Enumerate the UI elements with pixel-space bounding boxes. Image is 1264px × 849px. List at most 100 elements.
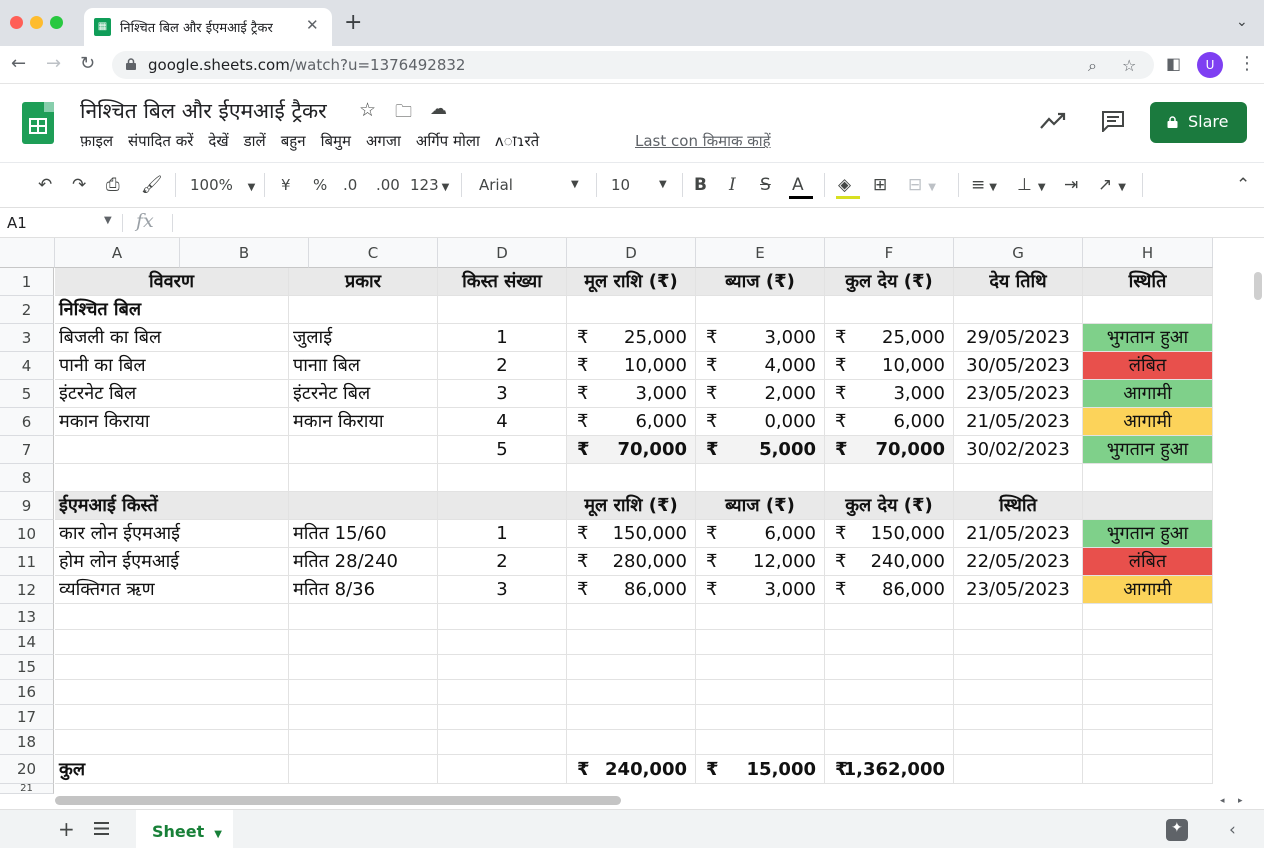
empty-cell[interactable] bbox=[1083, 464, 1213, 492]
vertical-scrollbar[interactable] bbox=[1254, 272, 1262, 300]
empty-cell[interactable] bbox=[438, 604, 567, 630]
bills-total-due-cell[interactable]: ₹70,000 bbox=[825, 436, 954, 464]
row-header[interactable]: 4 bbox=[0, 352, 54, 380]
due-date-cell[interactable]: 30/05/2023 bbox=[954, 352, 1083, 380]
borders-icon[interactable]: ⊞ bbox=[873, 174, 887, 196]
address-bar[interactable]: google.sheets.com/watch?u=1376492832 ⌕ ☆ bbox=[112, 51, 1154, 79]
interest-cell[interactable]: ₹4,000 bbox=[696, 352, 825, 380]
emi-description-cell[interactable]: व्यक्तिगत ऋण bbox=[55, 576, 289, 604]
horizontal-scrollbar[interactable] bbox=[55, 796, 1215, 805]
horizontal-align-icon[interactable]: ≡ ▼ bbox=[971, 174, 997, 199]
total-due-cell[interactable]: ₹25,000 bbox=[825, 324, 954, 352]
browser-tab[interactable]: ▦ निश्चित बिल और ईएमआई ट्रैकर ✕ bbox=[84, 8, 332, 46]
currency-format-button[interactable]: ¥ bbox=[281, 174, 291, 196]
font-size-select[interactable]: 10 ▼ bbox=[611, 174, 671, 196]
row-header[interactable]: 3 bbox=[0, 324, 54, 352]
row-header[interactable]: 10 bbox=[0, 520, 54, 548]
installment-no-cell[interactable]: 1 bbox=[438, 324, 567, 352]
total-due-cell[interactable]: ₹240,000 bbox=[825, 548, 954, 576]
menu-help[interactable]: ʌाɿरते bbox=[495, 132, 539, 150]
more-formats-button[interactable]: 123 ▼ bbox=[410, 174, 449, 199]
empty-cell[interactable] bbox=[567, 655, 696, 680]
empty-cell[interactable] bbox=[696, 705, 825, 730]
close-window-button[interactable] bbox=[10, 16, 23, 29]
select-all-corner[interactable] bbox=[0, 238, 55, 268]
row-header[interactable]: 7 bbox=[0, 436, 54, 464]
side-panel-icon[interactable]: ◧ bbox=[1166, 54, 1181, 74]
empty-cell[interactable] bbox=[438, 492, 567, 520]
zoom-select[interactable]: 100% ▼ bbox=[190, 174, 255, 199]
row-header[interactable]: 20 bbox=[0, 755, 54, 784]
column-header[interactable]: E bbox=[696, 238, 825, 268]
sheets-logo-icon[interactable] bbox=[22, 102, 54, 144]
cloud-status-icon[interactable]: ☁ bbox=[430, 99, 447, 119]
scroll-left-icon[interactable]: ◂ bbox=[1220, 796, 1225, 806]
empty-cell[interactable] bbox=[696, 604, 825, 630]
status-cell[interactable]: आगामी bbox=[1083, 408, 1213, 436]
merge-cells-icon[interactable]: ⊟ ▼ bbox=[908, 174, 936, 199]
principal-cell[interactable]: ₹25,000 bbox=[567, 324, 696, 352]
interest-cell[interactable]: ₹12,000 bbox=[696, 548, 825, 576]
empty-cell[interactable] bbox=[825, 630, 954, 655]
row-header[interactable]: 13 bbox=[0, 604, 54, 630]
empty-cell[interactable] bbox=[1083, 705, 1213, 730]
bold-button[interactable]: B bbox=[694, 174, 707, 196]
installment-count-cell[interactable]: 5 bbox=[438, 436, 567, 464]
empty-cell[interactable] bbox=[289, 730, 438, 755]
menu-format[interactable]: बहुन bbox=[281, 132, 306, 150]
interest-cell[interactable]: ₹2,000 bbox=[696, 380, 825, 408]
bill-description-cell[interactable]: बिजली का बिल bbox=[55, 324, 289, 352]
due-date-cell[interactable]: 22/05/2023 bbox=[954, 548, 1083, 576]
status-cell[interactable]: लंबित bbox=[1083, 352, 1213, 380]
italic-button[interactable]: I bbox=[729, 174, 736, 196]
header-cell-interest[interactable]: ब्याज (₹) bbox=[696, 268, 825, 296]
principal-cell[interactable]: ₹86,000 bbox=[567, 576, 696, 604]
empty-cell[interactable] bbox=[438, 655, 567, 680]
interest-cell[interactable]: ₹6,000 bbox=[696, 520, 825, 548]
menu-edit[interactable]: संपादित करें bbox=[128, 132, 193, 150]
bill-type-cell[interactable]: इंटरनेट बिल bbox=[289, 380, 438, 408]
empty-cell[interactable] bbox=[696, 730, 825, 755]
forward-arrow-icon[interactable]: → bbox=[46, 54, 61, 74]
interest-cell[interactable]: ₹3,000 bbox=[696, 576, 825, 604]
name-box[interactable]: A1 bbox=[7, 214, 27, 232]
activity-trend-icon[interactable] bbox=[1040, 111, 1066, 131]
empty-cell[interactable] bbox=[954, 630, 1083, 655]
section-title-emi[interactable]: ईएमआई किस्तें bbox=[55, 492, 289, 520]
emi-type-cell[interactable]: मतित 15/60 bbox=[289, 520, 438, 548]
paint-format-icon[interactable]: 🖌 bbox=[141, 174, 163, 196]
empty-cell[interactable] bbox=[696, 680, 825, 705]
empty-cell[interactable] bbox=[567, 630, 696, 655]
status-cell[interactable]: लंबित bbox=[1083, 548, 1213, 576]
total-due-cell[interactable]: ₹150,000 bbox=[825, 520, 954, 548]
empty-cell[interactable] bbox=[1083, 604, 1213, 630]
interest-cell[interactable]: ₹3,000 bbox=[696, 324, 825, 352]
grand-total-label[interactable]: कुल bbox=[55, 755, 289, 784]
status-cell[interactable]: भुगतान हुआ bbox=[1083, 324, 1213, 352]
explore-icon[interactable]: ✦ bbox=[1166, 819, 1188, 841]
share-button[interactable]: Slare bbox=[1150, 102, 1247, 143]
empty-cell[interactable] bbox=[825, 655, 954, 680]
header-cell-due-date[interactable]: देय तिथि bbox=[954, 268, 1083, 296]
header-cell-total-due[interactable]: कुल देय (₹) bbox=[825, 268, 954, 296]
header-cell-status[interactable]: स्थिति bbox=[1083, 268, 1213, 296]
column-header[interactable]: B bbox=[180, 238, 309, 268]
vertical-align-icon[interactable]: ⊥ ▼ bbox=[1017, 174, 1046, 199]
print-icon[interactable]: ⎙ bbox=[106, 174, 120, 196]
bill-type-cell[interactable]: मकान किराया bbox=[289, 408, 438, 436]
installment-no-cell[interactable]: 2 bbox=[438, 548, 567, 576]
empty-cell[interactable] bbox=[954, 705, 1083, 730]
empty-cell[interactable] bbox=[55, 680, 289, 705]
empty-cell[interactable] bbox=[1083, 492, 1213, 520]
empty-cell[interactable] bbox=[1083, 630, 1213, 655]
row-header[interactable]: 12 bbox=[0, 576, 54, 604]
section-title-fixed-bills[interactable]: निश्चित बिल bbox=[55, 296, 289, 324]
principal-cell[interactable]: ₹280,000 bbox=[567, 548, 696, 576]
percent-format-button[interactable]: % bbox=[313, 174, 327, 196]
row-header[interactable]: 11 bbox=[0, 548, 54, 576]
zoom-icon[interactable]: ⌕ bbox=[1088, 56, 1097, 76]
decrease-decimal-button[interactable]: .0 bbox=[343, 174, 357, 196]
bill-type-cell[interactable]: जुलाई bbox=[289, 324, 438, 352]
header-cell-type[interactable]: प्रकार bbox=[289, 268, 438, 296]
increase-decimal-button[interactable]: .00 bbox=[376, 174, 400, 196]
